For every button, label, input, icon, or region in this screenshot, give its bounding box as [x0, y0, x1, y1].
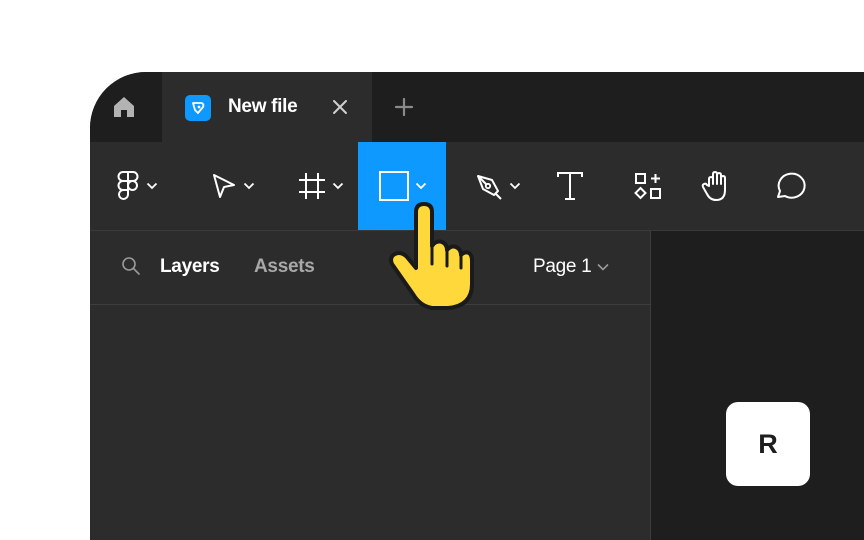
chevron-down-icon[interactable] [146, 182, 158, 190]
chevron-down-icon[interactable] [509, 182, 521, 190]
home-button[interactable] [90, 72, 158, 142]
hand-icon [701, 171, 726, 201]
shapes-icon [634, 173, 661, 200]
text-tool-button[interactable] [552, 142, 588, 230]
tab-new-file[interactable]: New file [162, 72, 372, 142]
canvas-area[interactable] [651, 231, 864, 540]
tab-title: New file [228, 96, 298, 117]
new-tab-button[interactable] [390, 93, 418, 121]
chevron-down-icon[interactable] [415, 182, 427, 190]
tab-close-button[interactable] [327, 94, 353, 120]
cursor-arrow-icon [212, 174, 235, 198]
figma-logo-icon [117, 171, 138, 200]
tab-bar: New file [90, 72, 864, 142]
text-t-icon [557, 172, 583, 200]
close-icon [333, 100, 347, 114]
layers-panel: Layers Assets Page 1 [90, 231, 651, 540]
shortcut-key-badge: R [726, 402, 810, 486]
comment-bubble-icon [777, 172, 806, 199]
page-selector[interactable]: Page 1 [533, 254, 610, 280]
chevron-down-icon[interactable] [243, 182, 255, 190]
chevron-down-icon [597, 263, 609, 271]
tab-assets[interactable]: Assets [254, 254, 315, 280]
frame-hash-icon [298, 173, 325, 199]
pointing-hand-cursor-icon [389, 202, 474, 310]
main-menu-button[interactable] [106, 142, 166, 230]
plus-icon [394, 97, 414, 117]
resources-tool-button[interactable] [628, 142, 668, 230]
tab-layers[interactable]: Layers [160, 254, 220, 280]
hand-tool-button[interactable] [696, 142, 738, 230]
comment-tool-button[interactable] [770, 142, 810, 230]
search-icon[interactable] [120, 255, 142, 277]
pen-nib-icon [476, 175, 502, 200]
layers-panel-header: Layers Assets Page 1 [90, 231, 650, 305]
chevron-down-icon[interactable] [332, 182, 344, 190]
move-tool-button[interactable] [198, 142, 266, 230]
page-name: Page 1 [533, 256, 592, 277]
home-icon [114, 97, 134, 117]
frame-tool-button[interactable] [286, 142, 354, 230]
figma-file-icon [185, 95, 211, 121]
